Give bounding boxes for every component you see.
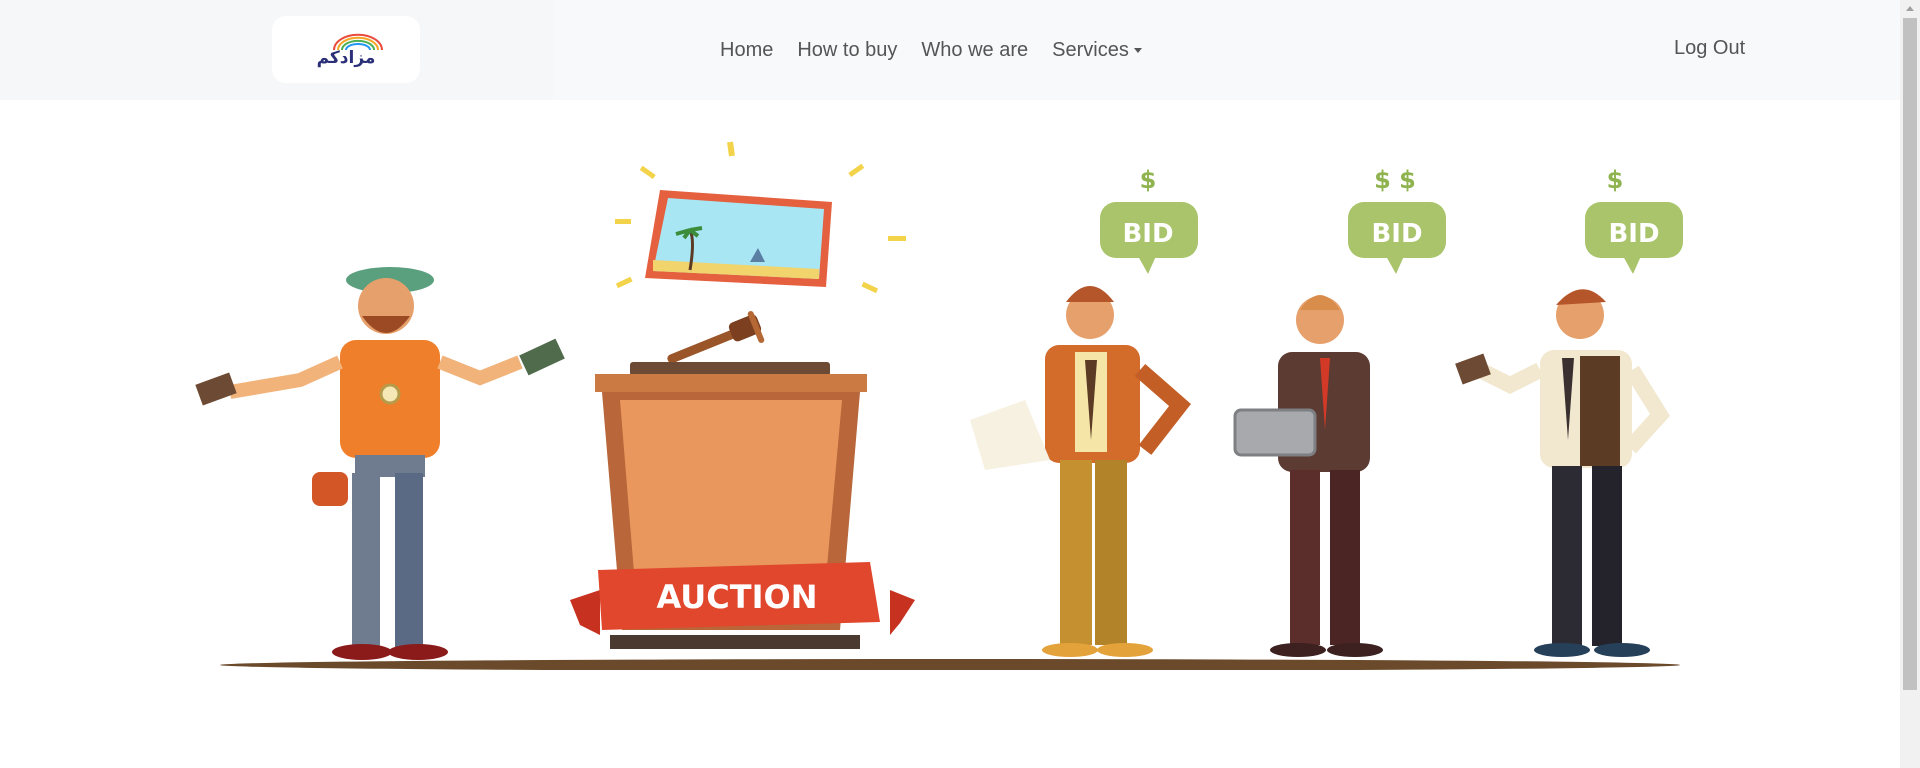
page-scrollbar[interactable]: [1900, 0, 1920, 768]
bid-bubble-3: $ BID: [1585, 166, 1683, 274]
nav-how-to-buy[interactable]: How to buy: [797, 39, 897, 62]
buyer-with-camera: [195, 267, 565, 660]
bid-bubble-1: $ BID: [1100, 166, 1198, 274]
scroll-up-arrow-icon[interactable]: [1906, 6, 1914, 11]
auction-podium: AUCTION: [570, 362, 915, 649]
gavel-icon: [667, 311, 765, 364]
nav-services-label: Services: [1052, 38, 1129, 61]
svg-text:$ $: $ $: [1374, 166, 1416, 194]
svg-text:$: $: [1607, 166, 1624, 194]
chevron-down-icon: [1133, 47, 1142, 53]
svg-text:BID: BID: [1371, 219, 1422, 249]
svg-text:BID: BID: [1122, 219, 1173, 249]
svg-text:$: $: [1140, 166, 1157, 194]
site-logo[interactable]: مزادكم: [272, 16, 420, 83]
bidder-with-papers: [970, 286, 1191, 657]
ground-shadow: [220, 659, 1680, 670]
bid-bubble-2: $ $ BID: [1348, 166, 1446, 274]
svg-text:BID: BID: [1608, 219, 1659, 249]
nav-home[interactable]: Home: [720, 39, 773, 62]
main-nav: Home How to buy Who we are Services: [720, 0, 1166, 100]
logo-icon: مزادكم: [317, 33, 383, 68]
nav-services[interactable]: Services: [1052, 39, 1142, 62]
bidder-with-tablet: [1233, 295, 1383, 657]
auction-hero-illustration: AUCTION $ BID $ $ BID $ BID: [195, 141, 1683, 670]
scrollbar-thumb[interactable]: [1903, 18, 1917, 690]
logout-link[interactable]: Log Out: [1674, 37, 1745, 60]
auction-banner-text: AUCTION: [657, 578, 818, 616]
top-navbar: مزادكم Home How to buy Who we are Servic…: [0, 0, 1900, 100]
nav-who-we-are[interactable]: Who we are: [921, 39, 1028, 62]
svg-text:مزادكم: مزادكم: [317, 48, 376, 68]
bidder-with-wallet: [1455, 289, 1670, 657]
painting-icon: [645, 190, 832, 287]
